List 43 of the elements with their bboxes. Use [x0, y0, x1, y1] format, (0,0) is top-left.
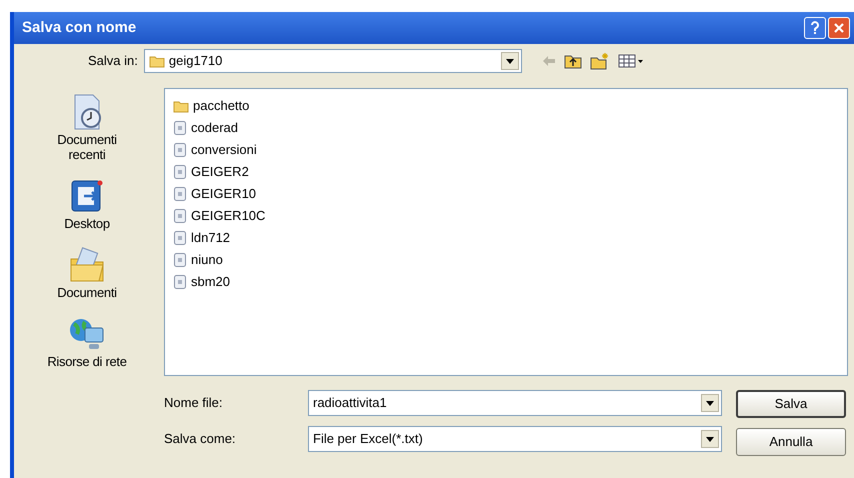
dropdown-button[interactable] [500, 52, 519, 70]
file-type-dropdown[interactable]: File per Excel(*.txt) [308, 426, 722, 452]
document-icon [173, 208, 187, 224]
caret-icon [706, 436, 714, 442]
document-icon [173, 274, 187, 290]
window-title: Salva con nome [22, 18, 138, 38]
dropdown-button[interactable] [701, 394, 719, 412]
file-item[interactable]: pacchetto [173, 95, 254, 117]
new-folder-icon[interactable] [590, 52, 610, 70]
close-button[interactable] [828, 17, 850, 39]
view-menu-icon[interactable] [618, 54, 644, 68]
help-button[interactable] [804, 17, 826, 39]
file-item[interactable]: GEIGER10 [173, 183, 260, 205]
document-icon [173, 230, 187, 246]
file-item[interactable]: ldn712 [173, 227, 234, 249]
place-label[interactable]: Documenti recenti [45, 132, 129, 162]
file-item[interactable]: coderad [173, 117, 242, 139]
file-item[interactable]: sbm20 [173, 271, 234, 293]
file-item[interactable]: niuno [173, 249, 227, 271]
caret-icon [706, 400, 714, 406]
place-label[interactable]: Desktop [25, 216, 149, 231]
field-label: Nome file: [164, 394, 224, 412]
document-icon [173, 164, 187, 180]
file-item[interactable]: conversioni [173, 139, 261, 161]
up-folder-icon[interactable] [564, 53, 582, 69]
question-icon [810, 21, 820, 35]
document-icon [173, 186, 187, 202]
save-in-label: Salva in: [88, 52, 138, 70]
save-in-dropdown[interactable]: geig1710 [144, 49, 522, 73]
document-icon [173, 142, 187, 158]
close-icon [833, 22, 845, 34]
document-icon [173, 252, 187, 268]
file-item[interactable]: GEIGER2 [173, 161, 253, 183]
file-item[interactable]: GEIGER10C [173, 205, 270, 227]
dialog-button[interactable]: Salva [736, 390, 846, 418]
place-label[interactable]: Documenti [25, 285, 149, 300]
file-name-field[interactable]: radioattivita1 [308, 390, 722, 416]
field-label: Salva come: [164, 430, 237, 448]
caret-icon [506, 58, 514, 64]
dialog-button[interactable]: Annulla [736, 428, 846, 456]
dropdown-button[interactable] [701, 430, 719, 448]
place-label[interactable]: Risorse di rete [25, 354, 149, 369]
document-icon [173, 120, 187, 136]
